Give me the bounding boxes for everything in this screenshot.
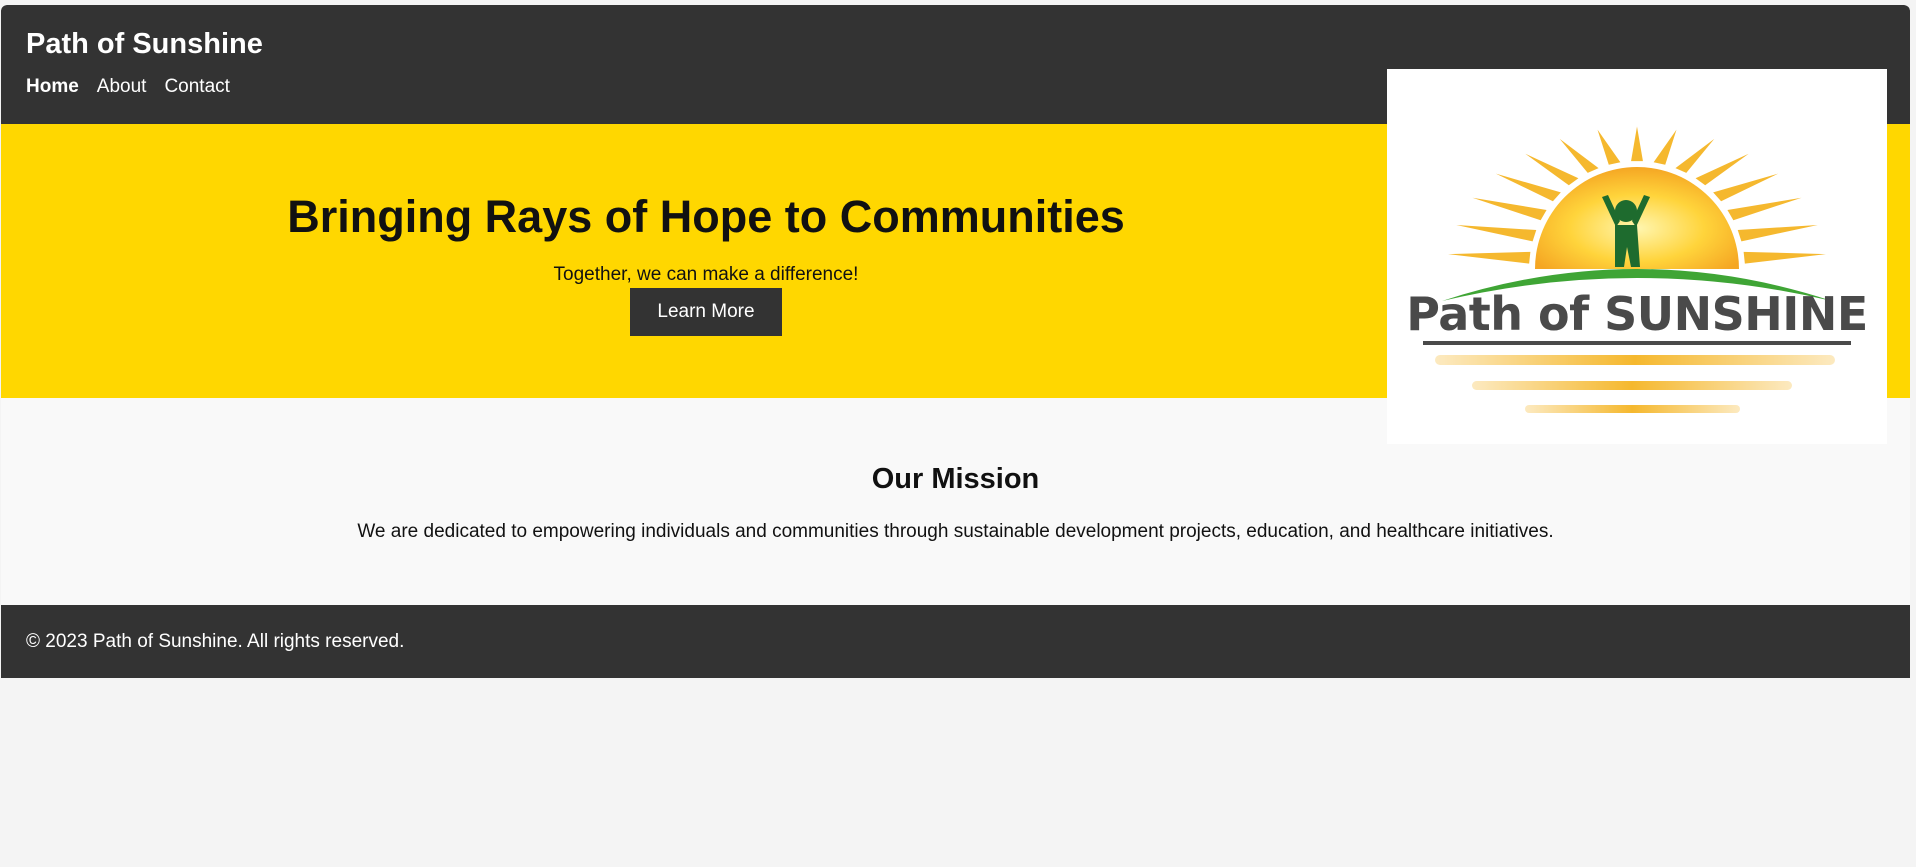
sun-ray (1456, 224, 1537, 242)
sun-person-icon (1423, 126, 1851, 413)
sun-ray (1597, 129, 1621, 165)
nav-link-contact[interactable]: Contact (164, 77, 229, 96)
mission-title: Our Mission (871, 463, 1040, 495)
sun-ray (1737, 224, 1818, 242)
site-title: Path of Sunshine (26, 28, 263, 60)
sun-ray (1495, 173, 1561, 202)
site-footer: © 2023 Path of Sunshine. All rights rese… (1, 605, 1910, 678)
sun-ray (1559, 138, 1599, 173)
sun-ray (1713, 173, 1779, 202)
sun-ray (1472, 197, 1547, 221)
footer-copyright: © 2023 Path of Sunshine. All rights rese… (26, 631, 405, 652)
sun-ray (1653, 129, 1677, 165)
nav-link-about[interactable]: About (97, 77, 147, 96)
sun-ray (1675, 138, 1715, 173)
sun-ray (1743, 251, 1826, 264)
sun-ray (1695, 153, 1749, 186)
hero-subtitle: Together, we can make a difference! (553, 264, 859, 285)
learn-more-button[interactable]: Learn More (630, 288, 782, 336)
logo-text: Path of SUNSHINE (1406, 287, 1868, 341)
nav-link-home[interactable]: Home (26, 77, 79, 96)
mission-text: We are dedicated to empowering individua… (357, 521, 1554, 542)
hero-title: Bringing Rays of Hope to Communities (287, 191, 1125, 242)
logo-image: Path of SUNSHINE (1387, 69, 1887, 444)
main-nav: Home About Contact (26, 77, 230, 96)
sun-ray (1448, 251, 1531, 264)
page: Path of Sunshine Home About Contact Brin… (1, 5, 1910, 867)
sun-ray (1727, 197, 1802, 221)
sun-ray (1525, 153, 1579, 186)
sun-ray (1631, 126, 1643, 162)
